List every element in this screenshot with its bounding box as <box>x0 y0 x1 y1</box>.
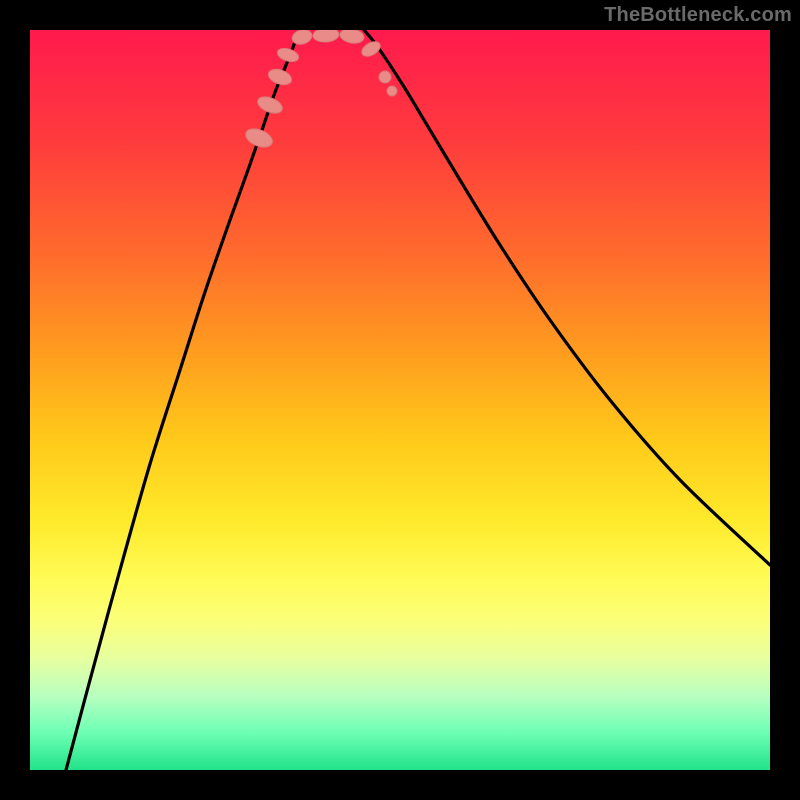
right-beads-dot <box>359 39 382 59</box>
left-beads-dot <box>243 125 275 150</box>
right-beads-dot <box>387 86 397 96</box>
right-beads-dot <box>379 71 391 83</box>
right-curve <box>364 30 770 565</box>
plot-area <box>30 30 770 770</box>
curve-layer <box>30 30 770 770</box>
left-beads-dot <box>255 94 284 117</box>
left-beads-dot <box>276 46 301 64</box>
chart-stage: TheBottleneck.com <box>0 0 800 800</box>
left-beads-dot <box>266 66 293 87</box>
bottom-beads-dot <box>339 30 365 45</box>
watermark: TheBottleneck.com <box>604 4 792 27</box>
bottom-beads-dot <box>313 30 340 43</box>
